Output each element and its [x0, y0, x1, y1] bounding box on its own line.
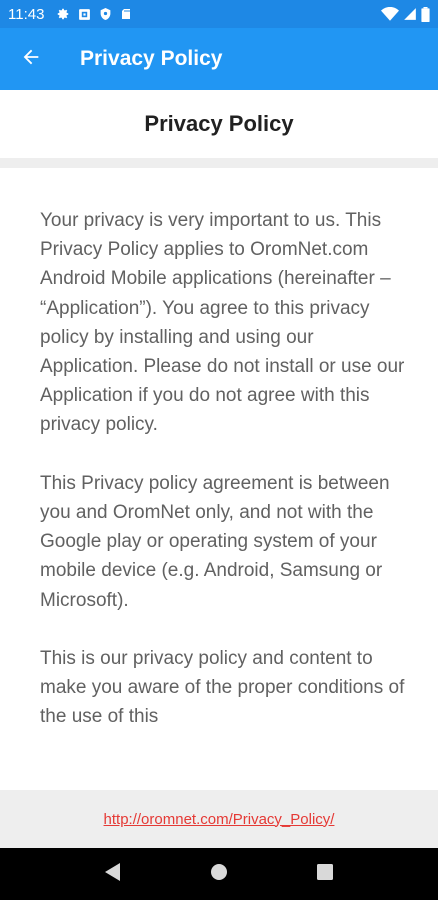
battery-icon — [421, 6, 430, 22]
nav-back-button[interactable] — [93, 854, 133, 894]
home-circle-icon — [210, 863, 228, 886]
page-title: Privacy Policy — [144, 111, 294, 136]
policy-paragraph: Your privacy is very important to us. Th… — [40, 210, 405, 436]
policy-text: Your privacy is very important to us. Th… — [40, 206, 410, 761]
divider — [0, 158, 438, 168]
screen: 11:43 Privacy Policy Privacy Policy Your… — [0, 0, 438, 900]
system-nav-bar — [0, 848, 438, 900]
policy-content[interactable]: Your privacy is very important to us. Th… — [0, 168, 438, 790]
app-bar: Privacy Policy — [0, 28, 438, 90]
back-button[interactable] — [0, 28, 62, 90]
policy-paragraph: This is our privacy policy and content t… — [40, 648, 405, 728]
policy-paragraph: This Privacy policy agreement is between… — [40, 472, 390, 611]
privacy-policy-link[interactable]: http://oromnet.com/Privacy_Policy/ — [104, 811, 335, 828]
arrow-left-icon — [20, 46, 42, 73]
signal-icon — [403, 7, 417, 21]
gear-icon — [56, 7, 70, 21]
wifi-icon — [381, 7, 399, 21]
sd-card-icon — [120, 7, 132, 21]
nav-recents-button[interactable] — [305, 854, 345, 894]
shield-icon — [99, 7, 112, 21]
status-bar: 11:43 — [0, 0, 438, 28]
status-icons-right — [381, 6, 430, 22]
footer: http://oromnet.com/Privacy_Policy/ — [0, 790, 438, 848]
record-icon — [78, 8, 91, 21]
nav-home-button[interactable] — [199, 854, 239, 894]
back-triangle-icon — [105, 862, 121, 886]
status-icons-left — [56, 7, 132, 21]
app-bar-title: Privacy Policy — [80, 47, 223, 70]
page-header: Privacy Policy — [0, 90, 438, 158]
status-time: 11:43 — [8, 5, 45, 23]
recents-square-icon — [317, 863, 333, 885]
